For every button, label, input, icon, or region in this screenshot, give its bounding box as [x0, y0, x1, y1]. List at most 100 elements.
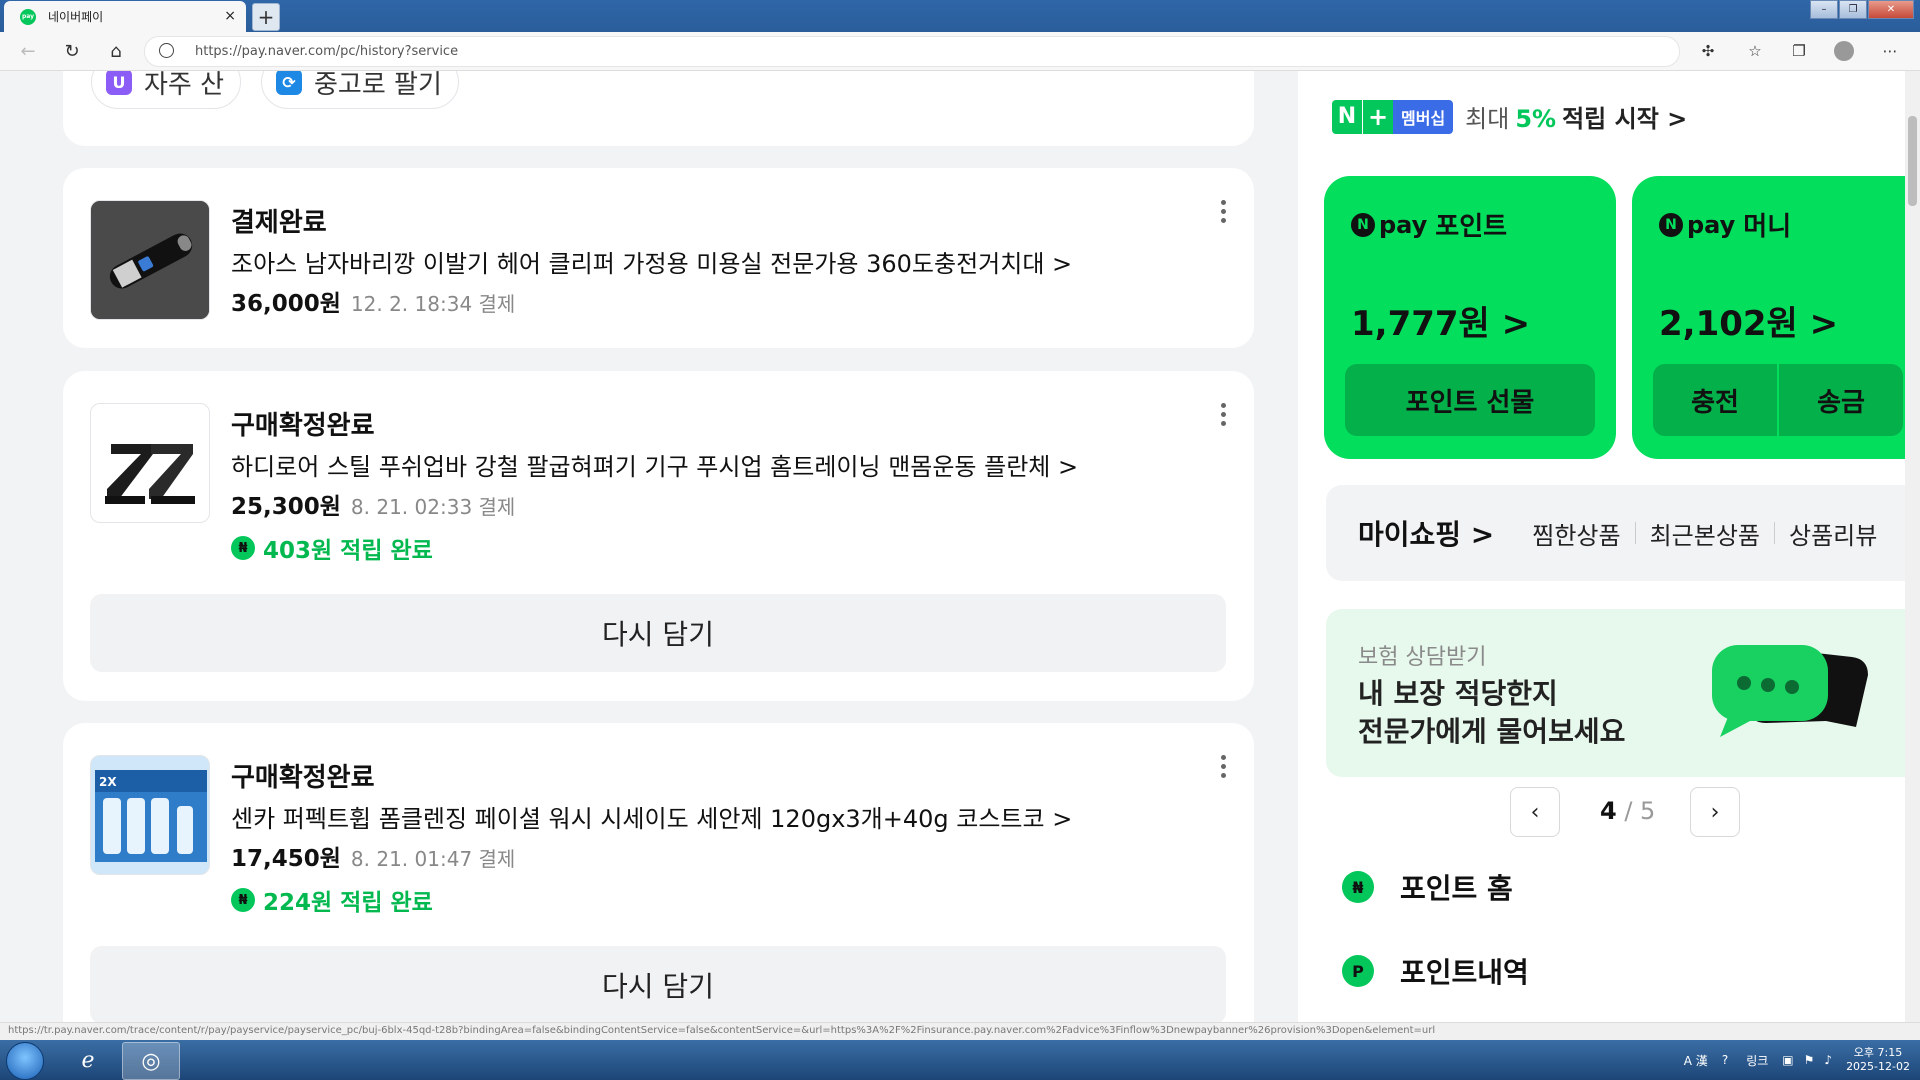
gift-points-button[interactable]: 포인트 선물: [1345, 364, 1595, 436]
order-date: 8. 21. 02:33 결제: [350, 495, 516, 519]
status-url: https://tr.pay.naver.com/trace/content/r…: [8, 1025, 1436, 1036]
extensions-icon[interactable]: ✣: [1696, 39, 1720, 63]
scrollbar-thumb[interactable]: [1908, 116, 1917, 206]
clock-time: 오후 7:15: [1853, 1046, 1903, 1059]
minimize-button[interactable]: –: [1810, 0, 1838, 19]
point-title: 포인트: [1435, 212, 1508, 242]
url-bar[interactable]: https://pay.naver.com/pc/history?service: [144, 36, 1680, 67]
recently-viewed-link[interactable]: 최근본상품: [1650, 516, 1760, 551]
point-home-link[interactable]: ₦ 포인트 홈: [1342, 867, 1513, 907]
page-scrollbar[interactable]: [1905, 71, 1920, 1026]
pay-word: pay: [1379, 210, 1428, 239]
divider: [1773, 522, 1775, 544]
links-toolbar[interactable]: 링크: [1746, 1052, 1768, 1069]
product-reviews-link[interactable]: 상품리뷰: [1789, 516, 1877, 551]
send-button[interactable]: 송금: [1779, 364, 1903, 436]
chevron-left-icon: ‹: [1530, 799, 1540, 825]
windows-taskbar: ℯ ◎ A 漢 ? 링크 ▣ ⚑ ♪ 오후 7:15 2025-12-02: [0, 1040, 1920, 1080]
money-balance-link[interactable]: 2,102원 >: [1659, 296, 1838, 345]
status-bar: https://tr.pay.naver.com/trace/content/r…: [0, 1022, 1920, 1040]
close-window-button[interactable]: ✕: [1868, 0, 1914, 19]
total-pages: 5: [1640, 797, 1656, 825]
network-icon[interactable]: ▣: [1782, 1053, 1793, 1067]
internet-explorer-icon[interactable]: ℯ: [60, 1042, 116, 1078]
window-controls: – ❐ ✕: [1809, 0, 1914, 19]
pushup-bar-image: [105, 444, 195, 504]
add-to-cart-again-button[interactable]: 다시 담기: [90, 946, 1226, 1024]
more-options-icon[interactable]: [1220, 200, 1226, 227]
edge-browser-icon[interactable]: ◎: [122, 1042, 180, 1080]
membership-action: 적립 시작 >: [1562, 105, 1688, 133]
point-history-link[interactable]: P 포인트내역: [1342, 951, 1529, 991]
membership-prefix: 최대: [1465, 105, 1510, 133]
npay-point-card: N pay 포인트 1,777원 > 포인트 선물: [1324, 176, 1616, 459]
my-shopping-bar: 마이쇼핑 > 찜한상품 최근본상품 상품리뷰: [1326, 485, 1920, 581]
order-status: 결제완료: [231, 208, 327, 238]
right-sidebar: N + 멤버십 최대 5% 적립 시작 > N pay 포인트 1,777원 > 포인…: [1298, 71, 1920, 1026]
more-menu-icon[interactable]: ⋯: [1878, 39, 1902, 63]
clock-date: 2025-12-02: [1846, 1060, 1910, 1073]
banner-subtitle: 보험 상담받기: [1358, 645, 1487, 670]
add-to-cart-again-button[interactable]: 다시 담기: [90, 594, 1226, 672]
banner-line: 전문가에게 물어보세요: [1358, 715, 1626, 748]
profile-avatar[interactable]: [1832, 39, 1856, 63]
tab-title: 네이버페이: [48, 10, 104, 24]
naver-point-icon: ₦: [231, 536, 255, 560]
more-options-icon[interactable]: [1220, 403, 1226, 430]
flag-icon[interactable]: ⚑: [1804, 1053, 1815, 1067]
product-name-link[interactable]: 조아스 남자바리깡 이발기 헤어 클리퍼 가정용 미용실 전문가용 360도충전…: [231, 244, 1072, 279]
membership-banner[interactable]: N + 멤버십 최대 5% 적립 시작 >: [1332, 99, 1687, 134]
my-shopping-link[interactable]: 마이쇼핑 >: [1358, 513, 1494, 553]
sell-used-chip[interactable]: ⟳ 중고로 팔기: [261, 71, 459, 109]
maximize-button[interactable]: ❐: [1839, 0, 1867, 19]
reward-status: ₦ 403원 적립 완료: [231, 531, 433, 565]
point-balance-link[interactable]: 1,777원 >: [1351, 296, 1530, 345]
more-options-icon[interactable]: [1220, 755, 1226, 782]
reward-text: 224원 적립 완료: [263, 890, 433, 916]
membership-text: 최대 5% 적립 시작 >: [1465, 99, 1687, 134]
address-toolbar: ← ↻ ⌂ https://pay.naver.com/pc/history?s…: [0, 32, 1920, 71]
divider: [1634, 522, 1636, 544]
start-button[interactable]: [6, 1042, 44, 1080]
back-icon[interactable]: ←: [16, 39, 40, 63]
naver-plus-membership-logo: N + 멤버십: [1332, 99, 1454, 134]
banner-next-button[interactable]: ›: [1690, 787, 1740, 837]
product-thumbnail[interactable]: 2X: [90, 755, 210, 875]
menu-label: 포인트 홈: [1400, 872, 1513, 905]
browser-titlebar: pay 네이버페이 × + – ❐ ✕: [0, 0, 1920, 32]
insurance-banner[interactable]: 보험 상담받기 내 보장 적당한지 전문가에게 물어보세요: [1326, 609, 1920, 777]
url-text[interactable]: https://pay.naver.com/pc/history?service: [195, 44, 458, 59]
frequently-bought-chip[interactable]: U 자주 산: [91, 71, 242, 109]
home-icon[interactable]: ⌂: [104, 39, 128, 63]
charge-button[interactable]: 충전: [1653, 364, 1777, 436]
order-status: 구매확정완료: [231, 763, 375, 793]
shortcut-card: U 자주 산 ⟳ 중고로 팔기: [63, 71, 1254, 146]
tab-close-icon[interactable]: ×: [224, 8, 236, 24]
help-icon[interactable]: ?: [1722, 1053, 1728, 1067]
volume-icon[interactable]: ♪: [1824, 1053, 1832, 1067]
order-card: 2X 구매확정완료 센카 퍼펙트휩 폼클렌징 페이셜 워시 시세이도 세안제 1…: [63, 723, 1254, 1026]
order-status: 구매확정완료: [231, 411, 375, 441]
favorites-icon[interactable]: ☆: [1743, 39, 1767, 63]
browser-tab[interactable]: pay 네이버페이 ×: [4, 1, 246, 32]
product-thumbnail[interactable]: [90, 200, 210, 320]
refresh-icon[interactable]: ↻: [60, 39, 84, 63]
chevron-right-icon: ›: [1710, 799, 1720, 825]
chip-label: 자주 산: [144, 71, 225, 100]
npay-logo-icon: N: [1351, 212, 1375, 237]
page-viewport: U 자주 산 ⟳ 중고로 팔기 결제완료 조아스 남자바리깡 이발기 헤어 클리…: [0, 71, 1920, 1026]
taskbar-clock[interactable]: 오후 7:15 2025-12-02: [1846, 1046, 1910, 1074]
order-price: 25,300원 8. 21. 02:33 결제: [231, 487, 515, 521]
order-date: 8. 21. 01:47 결제: [350, 847, 516, 871]
ime-indicator[interactable]: A 漢: [1684, 1052, 1708, 1069]
order-date: 12. 2. 18:34 결제: [350, 292, 516, 316]
product-thumbnail[interactable]: [90, 403, 210, 523]
collections-icon[interactable]: ❐: [1787, 39, 1811, 63]
product-name-link[interactable]: 센카 퍼펙트휩 폼클렌징 페이셜 워시 시세이도 세안제 120gx3개+40g…: [231, 799, 1072, 834]
wishlist-link[interactable]: 찜한상품: [1532, 516, 1620, 551]
product-name-link[interactable]: 하디로어 스틸 푸쉬업바 강철 팔굽혀펴기 기구 푸시업 홈트레이닝 맨몸운동 …: [231, 447, 1078, 482]
page-separator: /: [1616, 797, 1641, 825]
chat-bubble-icon: [1712, 645, 1868, 737]
banner-prev-button[interactable]: ‹: [1510, 787, 1560, 837]
new-tab-button[interactable]: +: [252, 3, 280, 31]
